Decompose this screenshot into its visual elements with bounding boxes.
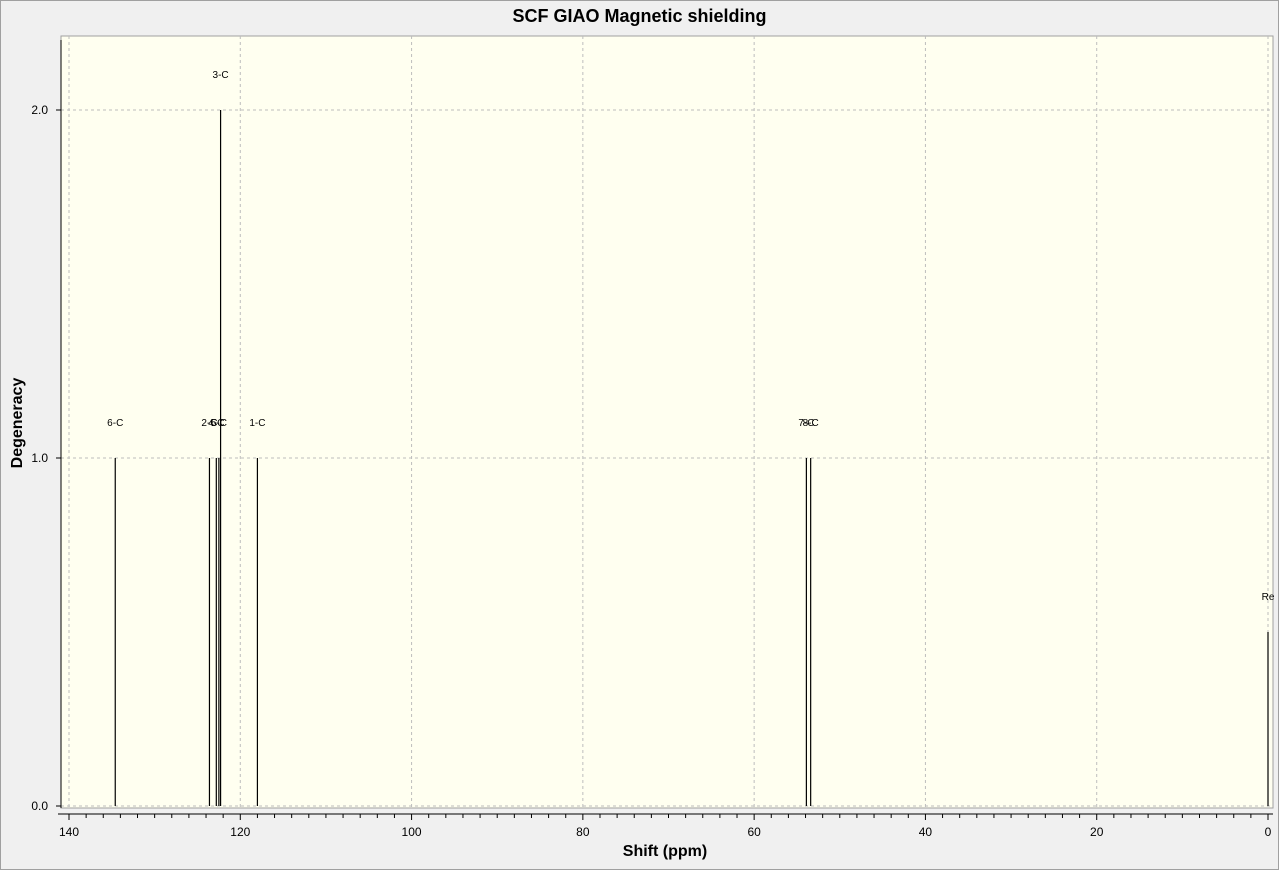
peak-label: 1-C bbox=[249, 418, 265, 429]
peak-label: Re bbox=[1262, 592, 1275, 603]
plot-area bbox=[60, 35, 1274, 809]
x-tick-label: 60 bbox=[747, 825, 761, 839]
y-tick-label: 0.0 bbox=[31, 799, 48, 813]
peak-label: 6-C bbox=[107, 418, 123, 429]
peak-label: 3-C bbox=[213, 70, 229, 81]
x-tick-label: 20 bbox=[1090, 825, 1104, 839]
spectrum-chart: 140 120 100 80 60 40 20 00.01.02.06-C 2-C4-C5-C3… bbox=[31, 35, 1275, 839]
x-tick-label: 140 bbox=[59, 825, 79, 839]
x-tick-label: 100 bbox=[402, 825, 422, 839]
x-tick-label: 80 bbox=[576, 825, 590, 839]
y-tick-label: 1.0 bbox=[31, 451, 48, 465]
x-tick-label: 120 bbox=[230, 825, 250, 839]
peak-label: 8-C bbox=[803, 418, 819, 429]
x-tick-label: 0 bbox=[1265, 825, 1272, 839]
x-tick-label: 40 bbox=[919, 825, 933, 839]
y-tick-label: 2.0 bbox=[31, 103, 48, 117]
peak-label: 5-C bbox=[211, 418, 227, 429]
